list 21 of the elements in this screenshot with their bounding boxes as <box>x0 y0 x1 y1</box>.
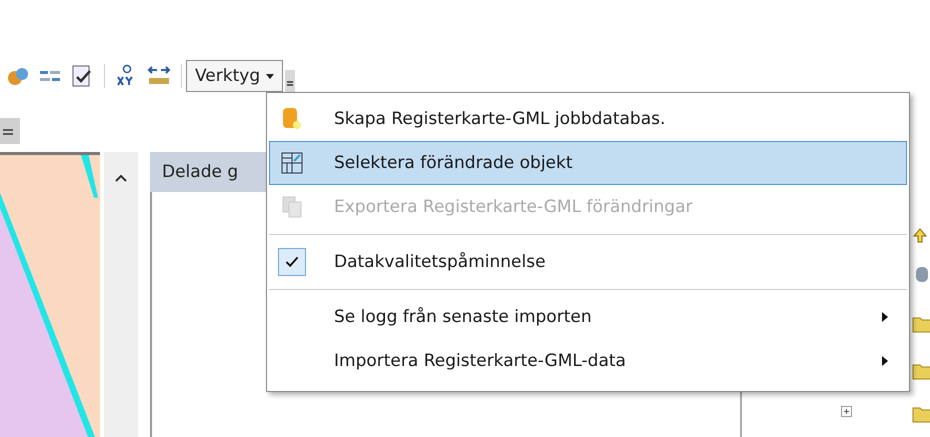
folder-icon <box>912 405 930 423</box>
submenu-arrow-icon <box>882 356 888 366</box>
submenu-arrow-icon <box>882 312 888 322</box>
menu-item[interactable]: Se logg från senaste importen <box>269 295 907 339</box>
scroll-up-icon[interactable] <box>115 174 127 182</box>
copy-icon <box>281 195 303 219</box>
grip-icon[interactable] <box>0 118 20 144</box>
menu-item[interactable]: Datakvalitetspåminnelse <box>269 240 907 284</box>
database-icon <box>281 107 303 131</box>
menu-item[interactable]: Skapa Registerkarte-GML jobbdatabas. <box>269 97 907 141</box>
grip-icon[interactable] <box>285 70 296 92</box>
caret-icon <box>266 74 274 78</box>
folder-icon <box>912 315 930 333</box>
grid-icon <box>281 152 303 174</box>
expand-icon[interactable] <box>841 406 852 417</box>
checklist-icon[interactable] <box>70 64 94 88</box>
tools-menu-button[interactable]: Verktyg <box>186 60 284 92</box>
folder-icon <box>912 362 930 380</box>
checkbox[interactable] <box>278 248 306 276</box>
menu-item[interactable]: Importera Registerkarte-GML-data <box>269 339 907 383</box>
menu-item[interactable]: Selektera förändrade objekt <box>269 141 907 185</box>
